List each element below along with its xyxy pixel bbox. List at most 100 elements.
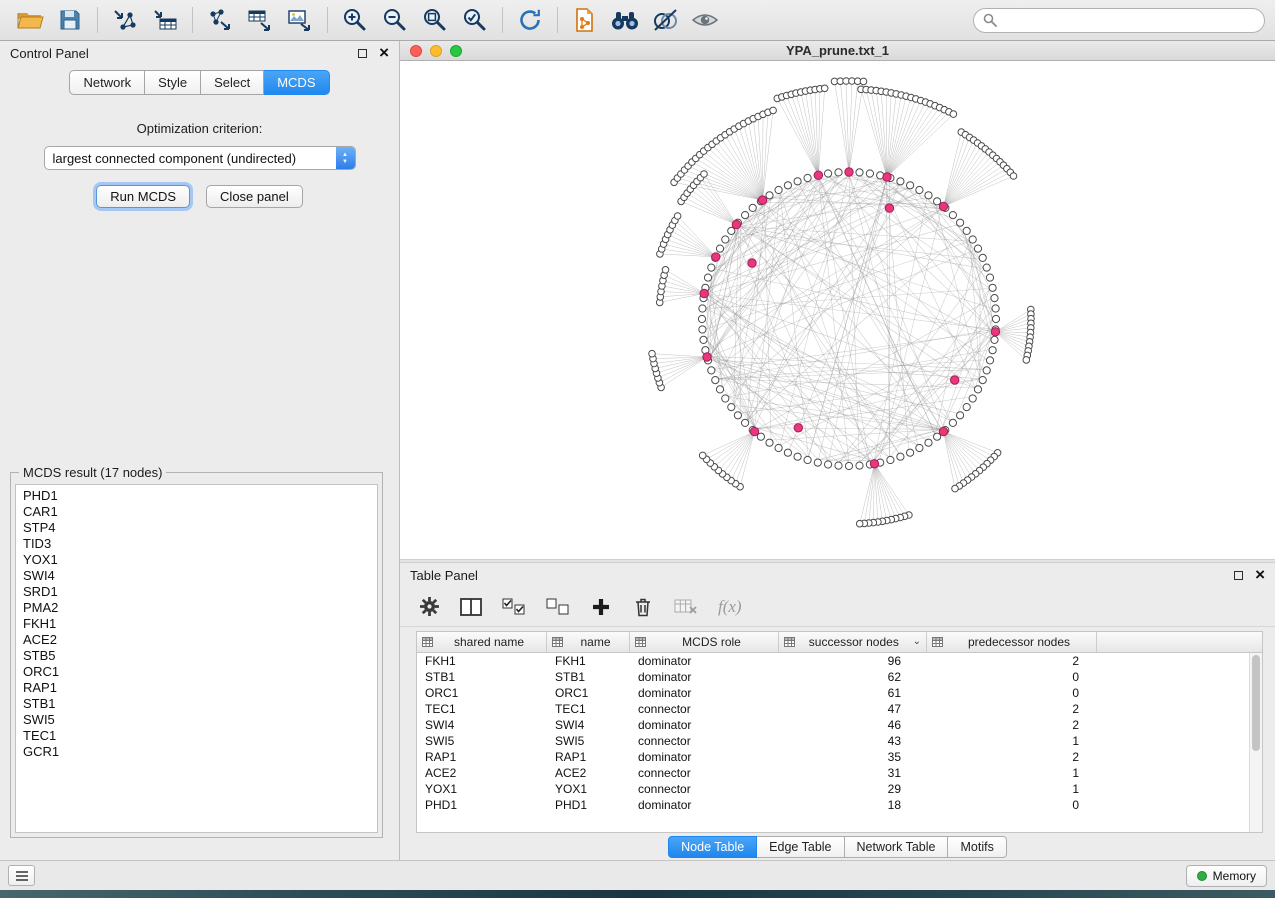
cell-mcds_role: connector — [630, 734, 779, 748]
mcds-result-item[interactable]: STB5 — [23, 648, 370, 664]
column-header-shared-name[interactable]: shared name — [417, 632, 547, 652]
mcds-result-item[interactable]: STB1 — [23, 696, 370, 712]
export-network-button[interactable] — [200, 3, 240, 37]
show-graphics-button[interactable] — [685, 3, 725, 37]
table-row[interactable]: ORC1ORC1dominator610 — [417, 685, 1249, 701]
tab-mcds[interactable]: MCDS — [264, 70, 329, 95]
mcds-result-item[interactable]: TEC1 — [23, 728, 370, 744]
table-scrollbar[interactable] — [1249, 653, 1262, 832]
float-table-panel-icon[interactable] — [1234, 571, 1243, 580]
gear-button[interactable] — [418, 594, 440, 620]
select-all-button[interactable] — [502, 594, 526, 620]
table-row[interactable]: STB1STB1dominator620 — [417, 669, 1249, 685]
column-header-name[interactable]: name — [547, 632, 630, 652]
mcds-result-item[interactable]: ACE2 — [23, 632, 370, 648]
network-window-titlebar[interactable]: YPA_prune.txt_1 — [400, 41, 1275, 61]
mcds-result-item[interactable]: TID3 — [23, 536, 370, 552]
open-file-button[interactable] — [10, 3, 50, 37]
mcds-result-item[interactable]: YOX1 — [23, 552, 370, 568]
table-row[interactable]: FKH1FKH1dominator962 — [417, 653, 1249, 669]
zoom-in-button[interactable] — [335, 3, 375, 37]
select-all-icon — [502, 598, 526, 616]
table-row[interactable]: SWI4SWI4dominator462 — [417, 717, 1249, 733]
refresh-button[interactable] — [510, 3, 550, 37]
tab-motifs[interactable]: Motifs — [948, 836, 1006, 858]
table-panel: Table Panel × — [400, 563, 1275, 860]
cell-successor_nodes: 47 — [779, 702, 927, 716]
table-row[interactable]: PHD1PHD1dominator180 — [417, 797, 1249, 813]
criterion-value: largest connected component (undirected) — [45, 151, 336, 166]
zoom-fit-button[interactable] — [415, 3, 455, 37]
close-window-icon[interactable] — [410, 45, 422, 57]
table-row[interactable]: TEC1TEC1connector472 — [417, 701, 1249, 717]
mcds-result-item[interactable]: GCR1 — [23, 744, 370, 760]
status-bar: Memory — [0, 860, 1275, 890]
mcds-result-item[interactable]: CAR1 — [23, 504, 370, 520]
zoom-selected-button[interactable] — [455, 3, 495, 37]
close-panel-button[interactable]: Close panel — [206, 185, 303, 208]
mcds-result-item[interactable]: RAP1 — [23, 680, 370, 696]
style-button[interactable] — [645, 3, 685, 37]
node-table: shared namenameMCDS rolesuccessor nodes⌄… — [416, 631, 1263, 833]
tab-network[interactable]: Network — [69, 70, 145, 95]
save-session-button[interactable] — [50, 3, 90, 37]
import-network-button[interactable] — [105, 3, 145, 37]
mcds-result-item[interactable]: STP4 — [23, 520, 370, 536]
toolbar-separator — [557, 7, 558, 33]
table-panel-header: Table Panel × — [400, 563, 1275, 587]
table-row[interactable]: ACE2ACE2connector311 — [417, 765, 1249, 781]
zoom-out-button[interactable] — [375, 3, 415, 37]
network-graph[interactable] — [400, 61, 1270, 559]
tab-network-table[interactable]: Network Table — [845, 836, 949, 858]
columns-icon — [460, 598, 482, 616]
columns-button[interactable] — [460, 594, 482, 620]
panel-menu-button[interactable] — [8, 865, 35, 886]
tab-select[interactable]: Select — [201, 70, 264, 95]
mcds-result-title: MCDS result (17 nodes) — [19, 465, 166, 480]
float-panel-icon[interactable] — [358, 49, 367, 58]
memory-button[interactable]: Memory — [1186, 865, 1267, 887]
cell-mcds_role: connector — [630, 766, 779, 780]
close-panel-icon[interactable]: × — [379, 46, 389, 60]
tab-style[interactable]: Style — [145, 70, 201, 95]
tab-edge-table[interactable]: Edge Table — [757, 836, 844, 858]
export-image-button[interactable] — [280, 3, 320, 37]
table-row[interactable]: YOX1YOX1connector291 — [417, 781, 1249, 797]
sort-descending-icon[interactable]: ⌄ — [913, 637, 921, 647]
search-box[interactable] — [973, 8, 1265, 33]
find-button[interactable] — [605, 3, 645, 37]
column-header-successor-nodes[interactable]: successor nodes⌄ — [779, 632, 927, 652]
table-row[interactable]: SWI5SWI5connector431 — [417, 733, 1249, 749]
table-row[interactable]: RAP1RAP1dominator352 — [417, 749, 1249, 765]
mcds-result-item[interactable]: PHD1 — [23, 488, 370, 504]
mcds-result-item[interactable]: PMA2 — [23, 600, 370, 616]
delete-row-button[interactable] — [632, 594, 654, 620]
minimize-window-icon[interactable] — [430, 45, 442, 57]
mcds-result-item[interactable]: SWI5 — [23, 712, 370, 728]
export-table-button[interactable] — [240, 3, 280, 37]
run-mcds-button[interactable]: Run MCDS — [96, 185, 190, 208]
network-canvas[interactable] — [400, 61, 1275, 559]
function-builder-button[interactable]: f(x) — [718, 594, 742, 620]
add-row-button[interactable] — [590, 594, 612, 620]
cell-name: TEC1 — [547, 702, 630, 716]
mcds-result-item[interactable]: SWI4 — [23, 568, 370, 584]
search-input[interactable] — [1003, 13, 1255, 28]
hide-columns-button[interactable] — [674, 594, 698, 620]
clone-network-button[interactable] — [565, 3, 605, 37]
deselect-all-button[interactable] — [546, 594, 570, 620]
close-table-panel-icon[interactable]: × — [1255, 568, 1265, 582]
column-header-predecessor-nodes[interactable]: predecessor nodes — [927, 632, 1097, 652]
tab-node-table[interactable]: Node Table — [668, 836, 757, 858]
mcds-result-list[interactable]: PHD1CAR1STP4TID3YOX1SWI4SRD1PMA2FKH1ACE2… — [15, 484, 378, 833]
mcds-result-item[interactable]: FKH1 — [23, 616, 370, 632]
import-table-button[interactable] — [145, 3, 185, 37]
mcds-result-item[interactable]: ORC1 — [23, 664, 370, 680]
criterion-dropdown[interactable]: largest connected component (undirected)… — [44, 146, 356, 170]
column-header-MCDS-role[interactable]: MCDS role — [630, 632, 779, 652]
zoom-window-icon[interactable] — [450, 45, 462, 57]
cell-predecessor_nodes: 2 — [927, 654, 1097, 668]
scrollbar-thumb[interactable] — [1252, 655, 1260, 751]
clone-network-icon — [573, 7, 597, 33]
mcds-result-item[interactable]: SRD1 — [23, 584, 370, 600]
